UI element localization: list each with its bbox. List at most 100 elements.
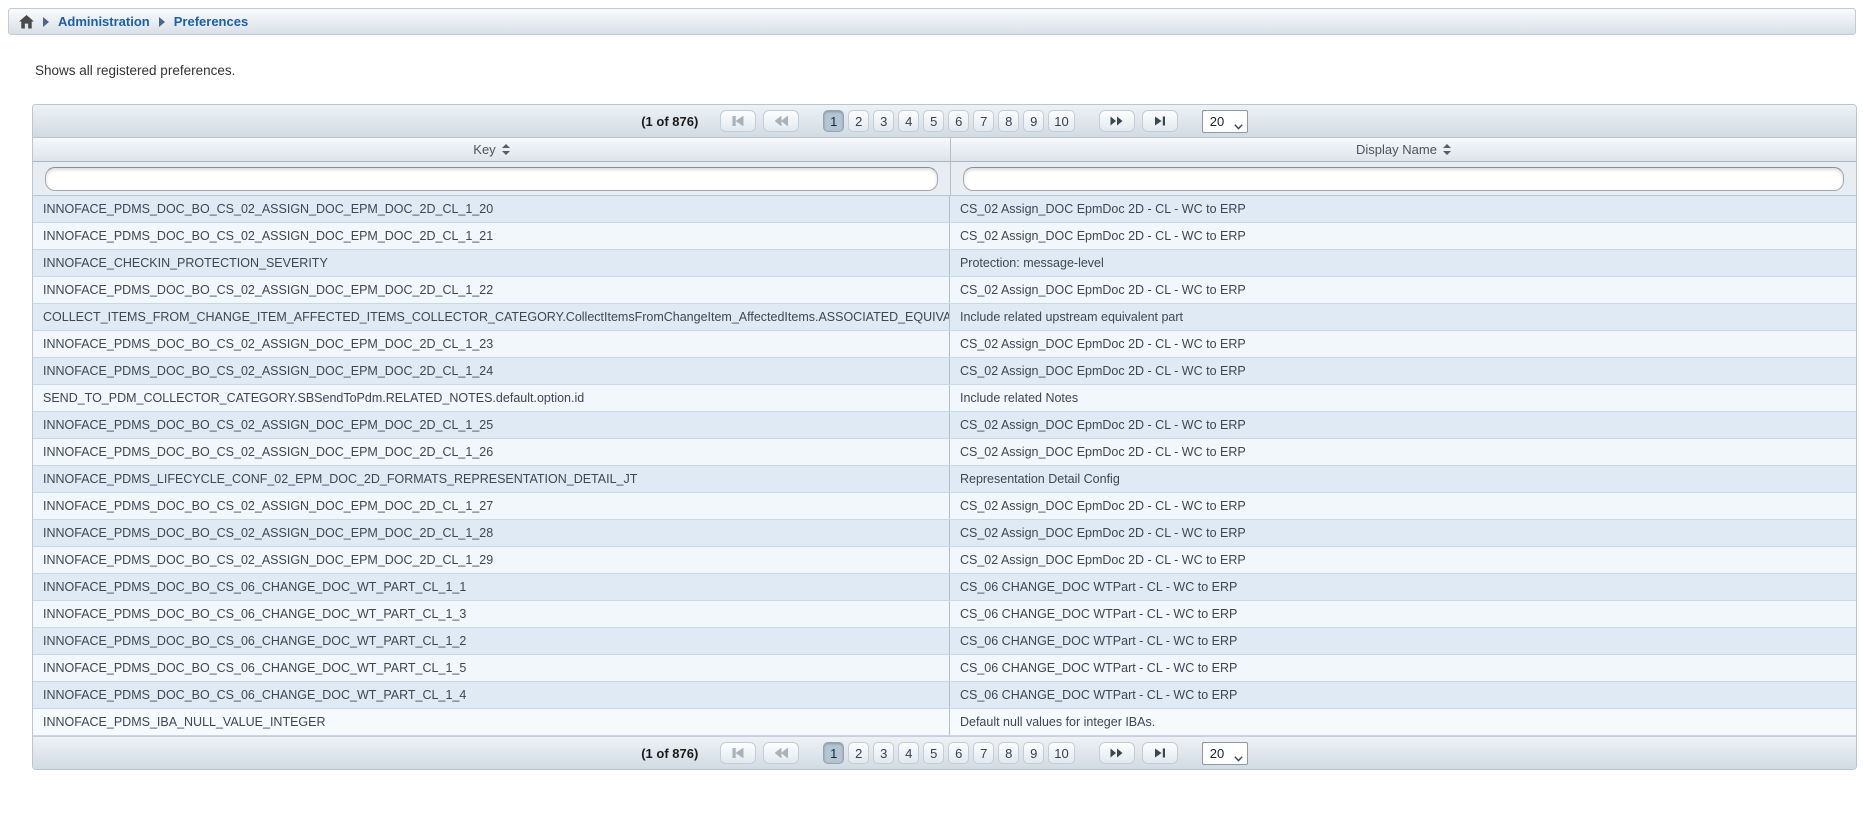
page-button[interactable]: 4 <box>898 742 919 764</box>
rows-per-page-select[interactable]: 20 <box>1202 742 1248 765</box>
row-display-name-cell: Include related upstream equivalent part <box>950 304 1856 330</box>
last-page-button[interactable] <box>1142 742 1178 764</box>
row-key-cell: INNOFACE_PDMS_DOC_BO_CS_02_ASSIGN_DOC_EP… <box>33 439 950 465</box>
table-row[interactable]: INNOFACE_PDMS_DOC_BO_CS_02_ASSIGN_DOC_EP… <box>33 547 1856 574</box>
next-page-button[interactable] <box>1099 742 1135 764</box>
row-display-name-cell: CS_06 CHANGE_DOC WTPart - CL - WC to ERP <box>950 655 1856 681</box>
key-filter-input[interactable] <box>45 167 938 191</box>
table-row[interactable]: COLLECT_ITEMS_FROM_CHANGE_ITEM_AFFECTED_… <box>33 304 1856 331</box>
table-row[interactable]: INNOFACE_PDMS_DOC_BO_CS_02_ASSIGN_DOC_EP… <box>33 277 1856 304</box>
previous-page-button[interactable] <box>763 110 799 132</box>
page-button[interactable]: 2 <box>848 742 869 764</box>
table-row[interactable]: INNOFACE_PDMS_DOC_BO_CS_02_ASSIGN_DOC_EP… <box>33 196 1856 223</box>
row-key-cell: INNOFACE_PDMS_DOC_BO_CS_02_ASSIGN_DOC_EP… <box>33 196 950 222</box>
page-button[interactable]: 6 <box>948 110 969 132</box>
first-page-button[interactable] <box>720 110 756 132</box>
row-display-name-cell: Representation Detail Config <box>950 466 1856 492</box>
rows-per-page-select[interactable]: 20 <box>1202 110 1248 133</box>
row-display-name-cell: CS_06 CHANGE_DOC WTPart - CL - WC to ERP <box>950 574 1856 600</box>
table-row[interactable]: INNOFACE_PDMS_DOC_BO_CS_02_ASSIGN_DOC_EP… <box>33 358 1856 385</box>
page-button[interactable]: 7 <box>973 110 994 132</box>
table-row[interactable]: INNOFACE_PDMS_DOC_BO_CS_02_ASSIGN_DOC_EP… <box>33 223 1856 250</box>
page-button[interactable]: 1 <box>823 742 844 764</box>
table-row[interactable]: INNOFACE_PDMS_DOC_BO_CS_02_ASSIGN_DOC_EP… <box>33 520 1856 547</box>
page-button[interactable]: 8 <box>998 742 1019 764</box>
column-header-display-name[interactable]: Display Name <box>950 138 1856 161</box>
table-header-row: Key Display Name <box>33 138 1856 162</box>
paginator-status: (1 of 876) <box>641 746 698 761</box>
table-row[interactable]: INNOFACE_CHECKIN_PROTECTION_SEVERITY Pro… <box>33 250 1856 277</box>
page-button[interactable]: 1 <box>823 110 844 132</box>
page-button[interactable]: 9 <box>1023 110 1044 132</box>
table-row[interactable]: INNOFACE_PDMS_IBA_NULL_VALUE_INTEGER Def… <box>33 709 1856 736</box>
row-display-name-cell: CS_02 Assign_DOC EpmDoc 2D - CL - WC to … <box>950 277 1856 303</box>
page-button[interactable]: 2 <box>848 110 869 132</box>
table-row[interactable]: INNOFACE_PDMS_DOC_BO_CS_06_CHANGE_DOC_WT… <box>33 574 1856 601</box>
column-header-label: Display Name <box>1356 142 1437 157</box>
breadcrumb-separator-icon <box>43 17 49 27</box>
row-display-name-cell: CS_06 CHANGE_DOC WTPart - CL - WC to ERP <box>950 682 1856 708</box>
row-key-cell: INNOFACE_PDMS_DOC_BO_CS_02_ASSIGN_DOC_EP… <box>33 331 950 357</box>
page-button[interactable]: 3 <box>873 742 894 764</box>
breadcrumb-link-preferences[interactable]: Preferences <box>174 14 248 29</box>
table-row[interactable]: INNOFACE_PDMS_DOC_BO_CS_06_CHANGE_DOC_WT… <box>33 601 1856 628</box>
previous-page-button[interactable] <box>763 742 799 764</box>
table-row[interactable]: SEND_TO_PDM_COLLECTOR_CATEGORY.SBSendToP… <box>33 385 1856 412</box>
row-display-name-cell: CS_06 CHANGE_DOC WTPart - CL - WC to ERP <box>950 601 1856 627</box>
row-key-cell: INNOFACE_PDMS_DOC_BO_CS_02_ASSIGN_DOC_EP… <box>33 223 950 249</box>
page-button[interactable]: 6 <box>948 742 969 764</box>
row-display-name-cell: CS_02 Assign_DOC EpmDoc 2D - CL - WC to … <box>950 412 1856 438</box>
intro-text: Shows all registered preferences. <box>35 63 1863 78</box>
last-page-button[interactable] <box>1142 110 1178 132</box>
table-row[interactable]: INNOFACE_PDMS_DOC_BO_CS_06_CHANGE_DOC_WT… <box>33 628 1856 655</box>
page-buttons: 12345678910 <box>823 110 1074 132</box>
row-key-cell: INNOFACE_PDMS_IBA_NULL_VALUE_INTEGER <box>33 709 950 735</box>
row-display-name-cell: CS_02 Assign_DOC EpmDoc 2D - CL - WC to … <box>950 493 1856 519</box>
last-page-icon <box>1154 114 1166 129</box>
row-key-cell: INNOFACE_PDMS_DOC_BO_CS_02_ASSIGN_DOC_EP… <box>33 277 950 303</box>
previous-page-icon <box>775 746 788 761</box>
page-button[interactable]: 3 <box>873 110 894 132</box>
row-key-cell: INNOFACE_PDMS_DOC_BO_CS_02_ASSIGN_DOC_EP… <box>33 547 950 573</box>
first-page-icon <box>732 114 744 129</box>
breadcrumb-link-administration[interactable]: Administration <box>58 14 150 29</box>
table-row[interactable]: INNOFACE_PDMS_DOC_BO_CS_06_CHANGE_DOC_WT… <box>33 682 1856 709</box>
row-display-name-cell: CS_02 Assign_DOC EpmDoc 2D - CL - WC to … <box>950 196 1856 222</box>
row-key-cell: INNOFACE_PDMS_DOC_BO_CS_06_CHANGE_DOC_WT… <box>33 574 950 600</box>
row-display-name-cell: CS_02 Assign_DOC EpmDoc 2D - CL - WC to … <box>950 223 1856 249</box>
table-row[interactable]: INNOFACE_PDMS_DOC_BO_CS_02_ASSIGN_DOC_EP… <box>33 439 1856 466</box>
table-row[interactable]: INNOFACE_PDMS_LIFECYCLE_CONF_02_EPM_DOC_… <box>33 466 1856 493</box>
page-button[interactable]: 7 <box>973 742 994 764</box>
sort-both-icon <box>1443 144 1451 155</box>
page-button[interactable]: 5 <box>923 110 944 132</box>
next-page-button[interactable] <box>1099 110 1135 132</box>
paginator-status: (1 of 876) <box>641 114 698 129</box>
home-icon[interactable] <box>19 15 34 29</box>
next-page-icon <box>1110 746 1123 761</box>
page-button[interactable]: 10 <box>1048 110 1074 132</box>
page-button[interactable]: 5 <box>923 742 944 764</box>
row-key-cell: INNOFACE_PDMS_DOC_BO_CS_06_CHANGE_DOC_WT… <box>33 655 950 681</box>
table-row[interactable]: INNOFACE_PDMS_DOC_BO_CS_02_ASSIGN_DOC_EP… <box>33 412 1856 439</box>
first-page-button[interactable] <box>720 742 756 764</box>
page-button[interactable]: 8 <box>998 110 1019 132</box>
page-buttons: 12345678910 <box>823 742 1074 764</box>
column-header-key[interactable]: Key <box>33 138 950 161</box>
table-filter-row <box>33 162 1856 196</box>
table-row[interactable]: INNOFACE_PDMS_DOC_BO_CS_02_ASSIGN_DOC_EP… <box>33 331 1856 358</box>
table-row[interactable]: INNOFACE_PDMS_DOC_BO_CS_02_ASSIGN_DOC_EP… <box>33 493 1856 520</box>
row-display-name-cell: Default null values for integer IBAs. <box>950 709 1856 735</box>
page-button[interactable]: 9 <box>1023 742 1044 764</box>
first-page-icon <box>732 746 744 761</box>
row-display-name-cell: CS_02 Assign_DOC EpmDoc 2D - CL - WC to … <box>950 331 1856 357</box>
page-button[interactable]: 10 <box>1048 742 1074 764</box>
breadcrumb: Administration Preferences <box>8 8 1856 35</box>
page-button[interactable]: 4 <box>898 110 919 132</box>
top-paginator: (1 of 876) 12345678910 20 <box>33 105 1856 138</box>
row-display-name-cell: CS_02 Assign_DOC EpmDoc 2D - CL - WC to … <box>950 520 1856 546</box>
last-page-icon <box>1154 746 1166 761</box>
table-row[interactable]: INNOFACE_PDMS_DOC_BO_CS_06_CHANGE_DOC_WT… <box>33 655 1856 682</box>
row-key-cell: INNOFACE_PDMS_DOC_BO_CS_02_ASSIGN_DOC_EP… <box>33 358 950 384</box>
display-name-filter-input[interactable] <box>963 167 1844 191</box>
row-key-cell: INNOFACE_PDMS_DOC_BO_CS_06_CHANGE_DOC_WT… <box>33 601 950 627</box>
